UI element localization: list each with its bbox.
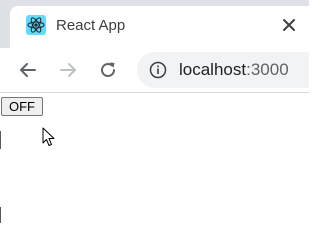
tab-strip: React App xyxy=(0,0,309,48)
info-icon[interactable] xyxy=(149,61,167,79)
toggle-button[interactable]: OFF xyxy=(1,97,43,116)
back-arrow-icon[interactable] xyxy=(18,60,38,80)
url-text[interactable]: localhost:3000 xyxy=(179,60,289,80)
browser-toolbar: localhost:3000 xyxy=(0,48,309,92)
url-host: localhost xyxy=(179,60,247,79)
reload-icon[interactable] xyxy=(98,60,118,80)
close-icon[interactable] xyxy=(282,18,296,32)
browser-window: React App localhost:3000 OFF xyxy=(0,0,309,249)
url-port: :3000 xyxy=(246,60,289,79)
address-bar[interactable]: localhost:3000 xyxy=(137,52,309,88)
react-logo-icon xyxy=(26,15,46,35)
left-edge-mark xyxy=(0,131,1,149)
tab-react-app[interactable]: React App xyxy=(10,6,309,48)
tab-title: React App xyxy=(56,17,126,34)
forward-arrow-icon[interactable] xyxy=(58,60,78,80)
page-content: OFF xyxy=(0,93,309,249)
left-edge-mark xyxy=(0,207,1,223)
